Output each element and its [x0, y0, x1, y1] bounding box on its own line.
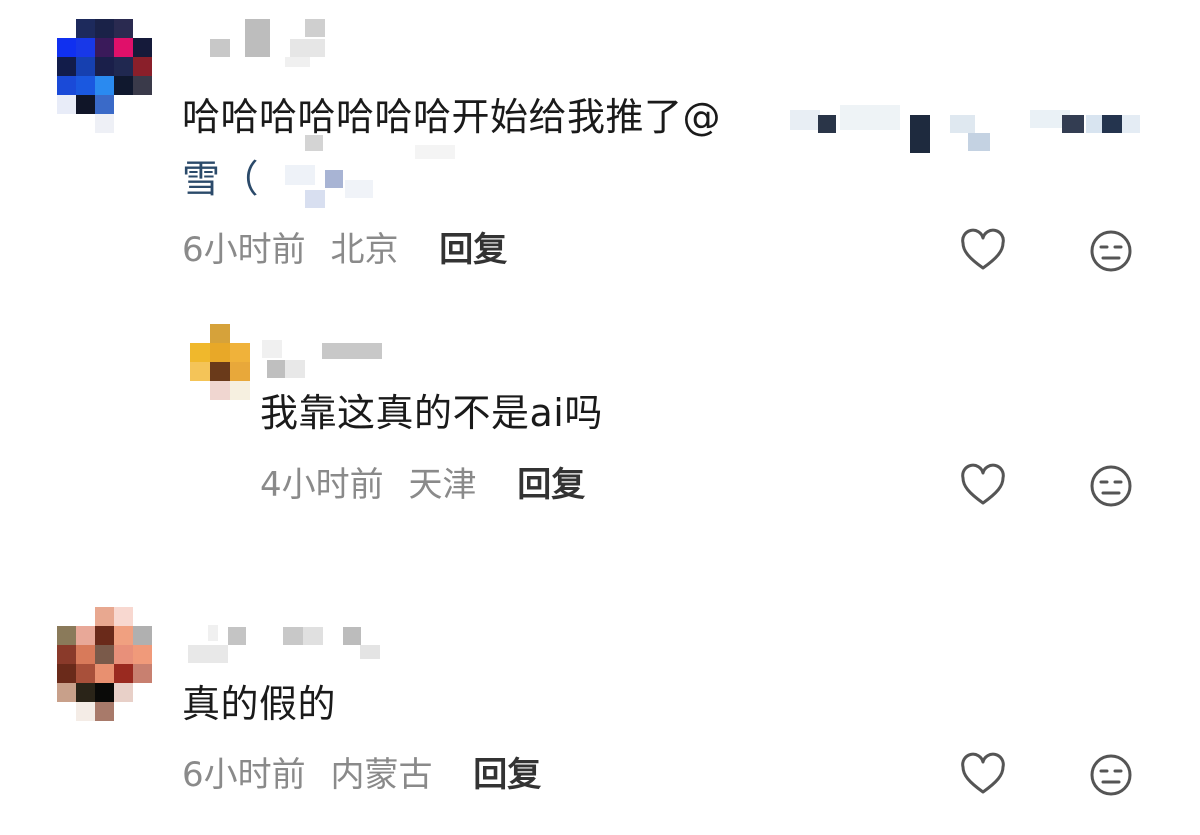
reply-text: 我靠这真的不是ai吗 — [260, 391, 603, 435]
comment-location: 北京 — [330, 230, 399, 270]
reply-meta: 4小时前 天津 回复 — [260, 465, 585, 505]
heart-outline-icon[interactable] — [959, 462, 1007, 510]
reply-location: 天津 — [408, 465, 477, 505]
avatar[interactable] — [57, 607, 153, 723]
avatar[interactable] — [57, 19, 153, 134]
reply-time: 4小时前 — [260, 465, 384, 505]
username-censored[interactable] — [188, 625, 383, 667]
heart-outline-icon[interactable] — [959, 751, 1007, 799]
mention-at-sign[interactable]: @ — [683, 95, 722, 139]
mention-censored[interactable] — [790, 95, 1150, 155]
username-censored[interactable] — [262, 340, 387, 382]
username-censored[interactable] — [205, 19, 325, 69]
reply-button[interactable]: 回复 — [439, 230, 507, 270]
mention-continuation[interactable]: 雪（ — [182, 157, 259, 201]
comment-body: 哈哈哈哈哈哈哈开始给我推了 — [182, 95, 683, 139]
comment-meta: 6小时前 北京 回复 — [182, 230, 507, 270]
comment-time: 6小时前 — [182, 230, 306, 270]
comment-location: 内蒙古 — [330, 755, 433, 795]
meh-face-icon[interactable] — [1087, 462, 1135, 510]
meh-face-icon[interactable] — [1087, 227, 1135, 275]
comment-time: 6小时前 — [182, 755, 306, 795]
reply-button[interactable]: 回复 — [517, 465, 585, 505]
heart-outline-icon[interactable] — [959, 227, 1007, 275]
meh-face-icon[interactable] — [1087, 751, 1135, 799]
comment-meta: 6小时前 内蒙古 回复 — [182, 755, 541, 795]
avatar[interactable] — [190, 324, 250, 400]
comment-text: 真的假的 — [182, 682, 337, 726]
reply-button[interactable]: 回复 — [473, 755, 541, 795]
mention-censored-2[interactable] — [265, 135, 465, 210]
comment-text-line-2: 雪（ — [182, 152, 259, 206]
